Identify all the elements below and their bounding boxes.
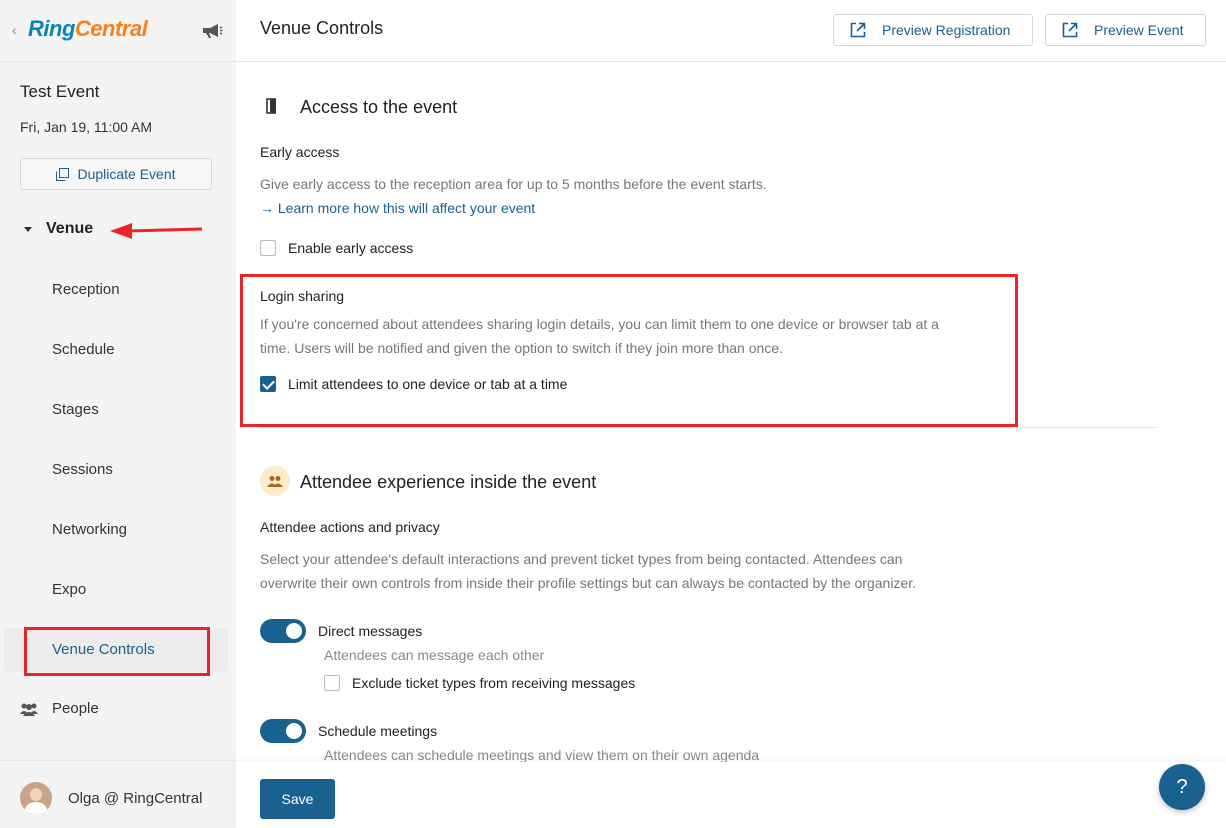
people-icon <box>20 703 38 716</box>
caret-down-icon <box>24 226 32 232</box>
external-link-icon <box>1062 22 1078 38</box>
preview-event-button[interactable]: Preview Event <box>1045 14 1206 46</box>
door-icon <box>266 98 276 114</box>
exclude-ticket-types-label: Exclude ticket types from receiving mess… <box>352 675 636 691</box>
page-footer: Save <box>236 762 1226 828</box>
avatar <box>20 782 52 814</box>
annotation-arrow <box>110 223 203 239</box>
preview-event-label: Preview Event <box>1094 22 1184 38</box>
sidebar-item-sessions[interactable]: Sessions <box>52 461 113 478</box>
logo-central-text: Central <box>74 16 148 41</box>
attendee-badge <box>260 466 290 496</box>
schedule-meetings-label: Schedule meetings <box>318 723 438 739</box>
external-link-icon <box>850 22 866 38</box>
sidebar-divider <box>0 61 236 62</box>
sidebar-footer-divider <box>0 760 236 761</box>
user-label: Olga @ RingCentral <box>68 789 203 807</box>
preview-registration-button[interactable]: Preview Registration <box>833 14 1033 46</box>
save-button[interactable]: Save <box>260 779 335 819</box>
help-button[interactable]: ? <box>1159 764 1205 810</box>
copy-icon <box>56 167 70 181</box>
access-section-title: Access to the event <box>300 97 458 117</box>
direct-messages-toggle[interactable] <box>260 619 306 643</box>
sidebar: ‹ RingCentral Test Event Fri, Jan 19, 11… <box>0 0 236 828</box>
early-access-checkbox[interactable] <box>260 240 276 256</box>
page-header: Venue Controls Preview Registration Prev… <box>236 0 1226 62</box>
early-access-checkbox-label: Enable early access <box>288 240 414 256</box>
sidebar-item-schedule[interactable]: Schedule <box>52 341 115 358</box>
early-access-title: Early access <box>260 144 340 160</box>
schedule-meetings-description: Attendees can schedule meetings and view… <box>324 747 760 762</box>
attendee-actions-description-line2: overwrite their own controls from inside… <box>260 575 916 591</box>
direct-messages-description: Attendees can message each other <box>324 647 545 663</box>
user-menu[interactable]: Olga @ RingCentral <box>20 782 202 814</box>
login-sharing-description-line2: time. Users will be notified and given t… <box>260 340 783 356</box>
limit-device-checkbox-label: Limit attendees to one device or tab at … <box>288 376 568 392</box>
venue-label: Venue <box>46 220 94 237</box>
sidebar-item-expo[interactable]: Expo <box>52 581 86 598</box>
people-label: People <box>52 700 99 717</box>
section-divider <box>260 427 1158 428</box>
event-date: Fri, Jan 19, 11:00 AM <box>20 119 153 135</box>
venue-section-toggle[interactable]: Venue <box>24 220 93 238</box>
sidebar-item-stages[interactable]: Stages <box>52 401 99 418</box>
attendee-actions-description-line1: Select your attendee's default interacti… <box>260 551 903 567</box>
duplicate-event-button[interactable]: Duplicate Event <box>20 158 212 190</box>
megaphone-icon[interactable] <box>200 18 224 42</box>
sidebar-item-people[interactable]: People <box>20 700 99 717</box>
main-content: Access to the event Early access Give ea… <box>236 62 1226 762</box>
logo-ring-text: Ring <box>28 16 75 41</box>
preview-registration-label: Preview Registration <box>882 22 1011 38</box>
limit-device-checkbox[interactable] <box>260 376 276 392</box>
exclude-ticket-types-checkbox[interactable] <box>324 675 340 691</box>
sidebar-item-networking[interactable]: Networking <box>52 521 127 538</box>
duplicate-event-label: Duplicate Event <box>77 166 176 182</box>
page-title: Venue Controls <box>260 18 384 38</box>
login-sharing-description-line1: If you're concerned about attendees shar… <box>260 316 939 332</box>
sidebar-item-reception[interactable]: Reception <box>52 281 120 298</box>
learn-more-link[interactable]: → Learn more how this will affect your e… <box>260 200 535 216</box>
early-access-description: Give early access to the reception area … <box>260 176 767 192</box>
attendees-icon <box>267 476 283 487</box>
direct-messages-label: Direct messages <box>318 623 423 639</box>
login-sharing-title: Login sharing <box>260 288 345 304</box>
event-title: Test Event <box>20 82 100 101</box>
attendee-actions-title: Attendee actions and privacy <box>260 519 440 535</box>
back-chevron-icon[interactable]: ‹ <box>12 22 17 38</box>
schedule-meetings-toggle[interactable] <box>260 719 306 743</box>
logo-row: ‹ RingCentral <box>0 0 236 62</box>
annotation-box-venue-controls <box>24 627 210 676</box>
experience-section-title: Attendee experience inside the event <box>300 472 597 492</box>
ringcentral-logo: RingCentral <box>28 16 148 42</box>
